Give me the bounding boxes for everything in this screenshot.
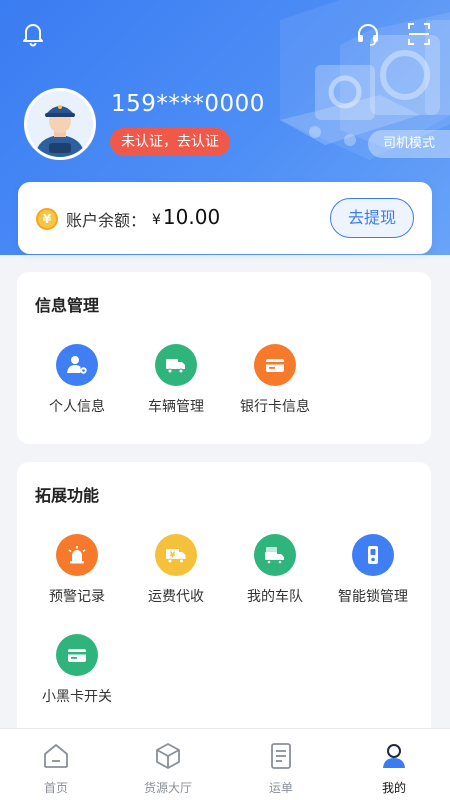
truck-icon	[155, 344, 197, 386]
info-management-card: 信息管理 个人信息 车辆管理 银行卡信息	[17, 272, 431, 444]
alert-records-item[interactable]: 预警记录	[27, 534, 127, 606]
bank-card-label: 银行卡信息	[240, 399, 310, 415]
ext-section-title: 拓展功能	[35, 486, 100, 505]
yen-truck-icon: ¥	[155, 534, 197, 576]
fleet-icon	[254, 534, 296, 576]
card-icon	[56, 634, 98, 676]
headset-icon[interactable]	[353, 19, 383, 49]
bottom-tab-bar: 首页 货源大厅 运单 我的	[0, 728, 450, 800]
info-section-title: 信息管理	[35, 296, 100, 315]
personal-info-label: 个人信息	[49, 399, 105, 415]
person-settings-icon	[56, 344, 98, 386]
tab-waybill[interactable]: 运单	[225, 729, 337, 800]
smart-lock-item[interactable]: 智能锁管理	[323, 534, 423, 606]
vehicle-management-item[interactable]: 车辆管理	[126, 344, 226, 416]
scan-icon[interactable]	[404, 19, 434, 49]
yen-coin-icon: ¥	[36, 208, 58, 230]
smart-lock-label: 智能锁管理	[338, 589, 408, 605]
my-fleet-item[interactable]: 我的车队	[225, 534, 325, 606]
avatar[interactable]	[24, 88, 96, 160]
vehicle-management-label: 车辆管理	[148, 399, 204, 415]
alert-records-label: 预警记录	[49, 589, 105, 605]
balance-amount: ¥10.00	[152, 205, 220, 229]
tab-mine-label: 我的	[381, 781, 406, 795]
my-fleet-label: 我的车队	[247, 589, 303, 605]
balance-currency: ¥	[152, 212, 161, 228]
balance-card: ¥ 账户余额： ¥10.00 去提现	[18, 182, 432, 254]
extension-features-card: 拓展功能 预警记录 ¥ 运费代收 我的车队 智能锁管理 小黑卡开关	[17, 462, 431, 742]
tab-mine[interactable]: 我的	[338, 729, 450, 800]
tab-cargo-hall[interactable]: 货源大厅	[112, 729, 224, 800]
black-card-switch-label: 小黑卡开关	[42, 689, 112, 705]
user-phone: 159****0000	[111, 91, 265, 117]
profile-icon	[383, 744, 405, 768]
bell-icon[interactable]	[18, 19, 48, 49]
freight-collection-item[interactable]: ¥ 运费代收	[126, 534, 226, 606]
tab-waybill-label: 运单	[268, 781, 293, 795]
driver-mode-button[interactable]: 司机模式	[368, 130, 450, 158]
cargo-box-icon	[156, 743, 180, 769]
alarm-light-icon	[56, 534, 98, 576]
tab-home[interactable]: 首页	[0, 729, 112, 800]
waybill-icon	[271, 743, 291, 769]
verify-button[interactable]: 未认证，去认证	[110, 128, 230, 156]
personal-info-item[interactable]: 个人信息	[27, 344, 127, 416]
home-icon	[44, 744, 68, 768]
balance-value: 10.00	[162, 205, 221, 229]
balance-label: 账户余额：	[66, 211, 147, 230]
tab-cargo-hall-label: 货源大厅	[143, 781, 192, 795]
withdraw-button[interactable]: 去提现	[330, 198, 414, 238]
bank-card-icon	[254, 344, 296, 386]
tab-home-label: 首页	[43, 781, 68, 795]
svg-text:¥: ¥	[170, 551, 176, 560]
bank-card-item[interactable]: 银行卡信息	[225, 344, 325, 416]
black-card-switch-item[interactable]: 小黑卡开关	[27, 634, 127, 706]
freight-collection-label: 运费代收	[148, 589, 204, 605]
smart-lock-icon	[352, 534, 394, 576]
